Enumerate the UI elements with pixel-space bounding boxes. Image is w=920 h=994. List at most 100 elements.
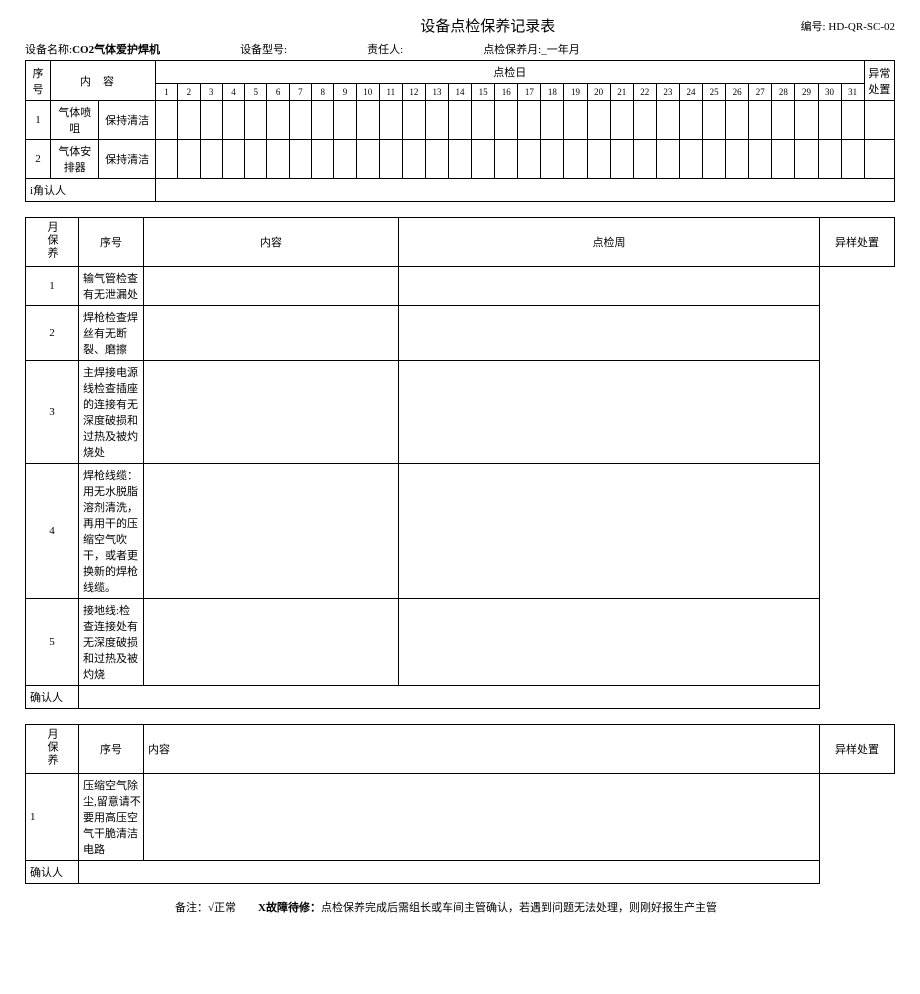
day-header: 29 [795, 84, 818, 101]
day-header: 11 [379, 84, 402, 101]
day-header: 5 [245, 84, 267, 101]
check-cell[interactable] [312, 140, 334, 179]
check-cell[interactable] [222, 101, 244, 140]
check-cell[interactable] [818, 140, 841, 179]
check-cell[interactable] [518, 101, 541, 140]
check-cell[interactable] [726, 140, 749, 179]
monthly-label: 月保养 [44, 728, 60, 767]
check-cell[interactable] [703, 140, 726, 179]
day-header: 4 [222, 84, 244, 101]
check-cell[interactable] [633, 140, 656, 179]
col-exception: 异常处置 [868, 68, 890, 96]
check-cell[interactable] [679, 101, 702, 140]
check-cell[interactable] [772, 101, 795, 140]
check-cell[interactable] [245, 140, 267, 179]
exception-cell[interactable] [399, 464, 820, 599]
check-cell[interactable] [795, 140, 818, 179]
day-header: 13 [425, 84, 448, 101]
check-cell[interactable] [425, 101, 448, 140]
check-cell[interactable] [795, 101, 818, 140]
check-cell[interactable] [379, 101, 402, 140]
check-cell[interactable] [144, 361, 399, 464]
exception-cell[interactable] [399, 361, 820, 464]
check-cell[interactable] [356, 101, 379, 140]
check-cell[interactable] [679, 140, 702, 179]
check-cell[interactable] [656, 101, 679, 140]
check-cell[interactable] [178, 140, 200, 179]
check-cell[interactable] [541, 101, 564, 140]
col-exception: 异样处置 [820, 725, 895, 774]
check-cell[interactable] [472, 140, 495, 179]
check-cell[interactable] [379, 140, 402, 179]
check-cell[interactable] [587, 101, 610, 140]
check-cell[interactable] [402, 140, 425, 179]
check-cell[interactable] [541, 140, 564, 179]
monthly1-table: 月保养 序号 内容 点检周 异样处置 1输气管检查有无泄漏处2焊枪检查焊丝有无断… [25, 217, 895, 709]
check-cell[interactable] [245, 101, 267, 140]
exception-cell[interactable] [144, 774, 820, 861]
row-content: 主焊接电源线检查插座的连接有无深度破损和过热及被灼烧处 [79, 361, 144, 464]
check-cell[interactable] [495, 140, 518, 179]
check-cell[interactable] [178, 101, 200, 140]
check-cell[interactable] [200, 140, 222, 179]
check-cell[interactable] [703, 101, 726, 140]
device-model: 设备型号: [240, 41, 287, 57]
day-header: 18 [541, 84, 564, 101]
check-cell[interactable] [155, 101, 177, 140]
day-header: 7 [289, 84, 311, 101]
check-cell[interactable] [518, 140, 541, 179]
check-cell[interactable] [841, 101, 864, 140]
check-cell[interactable] [818, 101, 841, 140]
check-cell[interactable] [144, 599, 399, 686]
row-no: 1 [26, 267, 79, 306]
check-cell[interactable] [587, 140, 610, 179]
check-cell[interactable] [841, 140, 864, 179]
check-cell[interactable] [449, 140, 472, 179]
check-cell[interactable] [425, 140, 448, 179]
check-cell[interactable] [222, 140, 244, 179]
check-cell[interactable] [749, 140, 772, 179]
exception-cell[interactable] [399, 267, 820, 306]
doc-number: 编号: HD-QR-SC-02 [801, 18, 895, 34]
row-content: 焊枪线缆：用无水脱脂溶剂清洗，再用干的压缩空气吹干，或者更换新的焊枪线缆。 [79, 464, 144, 599]
row-content: 焊枪检查焊丝有无断裂、磨擦 [79, 306, 144, 361]
day-header: 14 [449, 84, 472, 101]
check-cell[interactable] [449, 101, 472, 140]
check-cell[interactable] [564, 140, 587, 179]
check-cell[interactable] [267, 140, 289, 179]
check-cell[interactable] [610, 101, 633, 140]
check-cell[interactable] [356, 140, 379, 179]
check-cell[interactable] [334, 101, 356, 140]
exception-cell[interactable] [399, 599, 820, 686]
check-cell[interactable] [772, 140, 795, 179]
day-header: 9 [334, 84, 356, 101]
check-cell[interactable] [144, 306, 399, 361]
check-cell[interactable] [144, 464, 399, 599]
exception-cell[interactable] [399, 306, 820, 361]
row-content: 输气管检查有无泄漏处 [79, 267, 144, 306]
check-cell[interactable] [472, 101, 495, 140]
check-cell[interactable] [656, 140, 679, 179]
check-cell[interactable] [289, 140, 311, 179]
check-cell[interactable] [633, 101, 656, 140]
check-cell[interactable] [726, 101, 749, 140]
check-cell[interactable] [495, 101, 518, 140]
check-cell[interactable] [334, 140, 356, 179]
check-cell[interactable] [312, 101, 334, 140]
check-cell[interactable] [749, 101, 772, 140]
check-cell[interactable] [610, 140, 633, 179]
check-cell[interactable] [289, 101, 311, 140]
row-no: 4 [26, 464, 79, 599]
check-cell[interactable] [144, 267, 399, 306]
daily-table: 序号 内容 点检日 异常处置 1234567891011121314151617… [25, 60, 895, 202]
check-cell[interactable] [402, 101, 425, 140]
check-cell[interactable] [564, 101, 587, 140]
row-content: 压缩空气除尘,留意请不要用高压空气干脆清洁电路 [79, 774, 144, 861]
check-cell[interactable] [267, 101, 289, 140]
check-cell[interactable] [200, 101, 222, 140]
day-header: 20 [587, 84, 610, 101]
exception-cell[interactable] [864, 140, 894, 179]
exception-cell[interactable] [864, 101, 894, 140]
row-no: 1 [26, 774, 79, 861]
check-cell[interactable] [155, 140, 177, 179]
